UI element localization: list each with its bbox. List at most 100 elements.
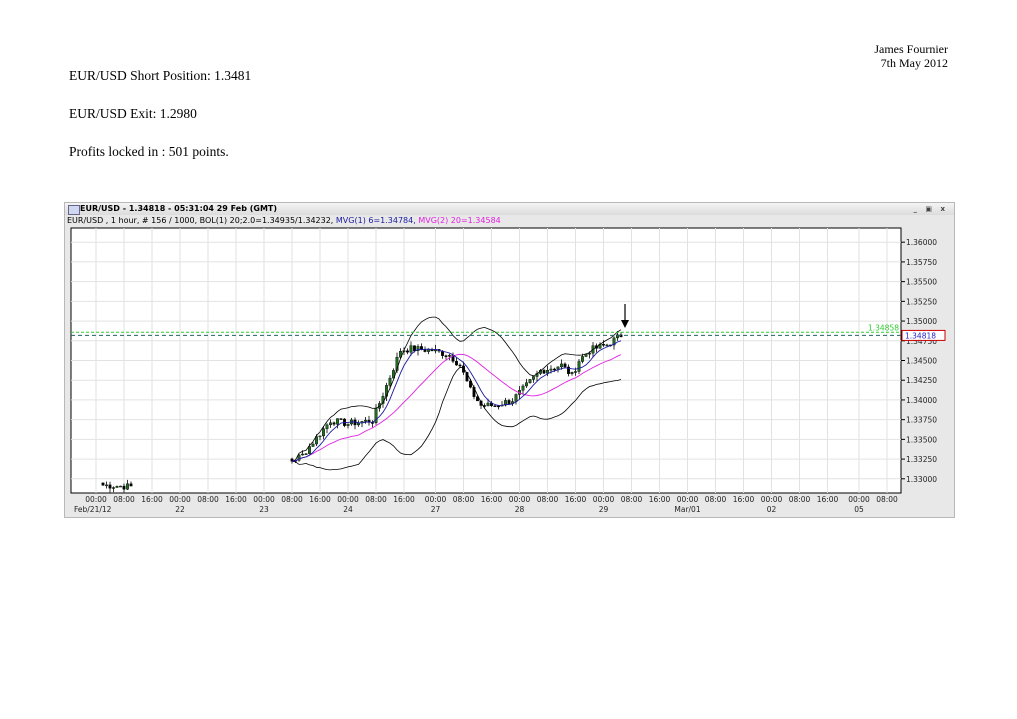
x-tick-label: 16:00 <box>309 495 331 504</box>
x-tick-label: 08:00 <box>789 495 811 504</box>
candle-body <box>514 394 518 402</box>
window-title: EUR/USD - 1.34818 - 05:31:04 29 Feb (GMT… <box>80 204 278 213</box>
x-date-label: Feb/21/12 <box>74 505 112 514</box>
candle-body <box>553 368 556 371</box>
candle-body <box>301 453 304 456</box>
x-date-label: 23 <box>259 505 269 514</box>
x-tick-label: 08:00 <box>876 495 898 504</box>
x-date-label: 28 <box>515 505 525 514</box>
x-tick-label: 00:00 <box>253 495 275 504</box>
candle-body <box>409 345 413 353</box>
x-tick-label: 00:00 <box>593 495 615 504</box>
chart-window: 1.36000 1.35750 1.35500 1.35250 1.35000 1.347… <box>64 202 955 518</box>
info-mvg1: MVG(1) 6=1.34784, <box>335 216 416 225</box>
candle <box>119 485 122 488</box>
x-tick-label: 08:00 <box>537 495 559 504</box>
candle-body <box>532 376 535 380</box>
y-tick-label: 1.34000 <box>906 396 937 405</box>
candle-body <box>346 423 350 426</box>
y-tick-label: 1.35750 <box>906 258 937 267</box>
info-base: EUR/USD , 1 hour, # 156 / 1000, BOL(1) 2… <box>67 216 334 225</box>
candle-body <box>427 349 430 352</box>
author: James Fournier <box>874 42 948 56</box>
candle-body <box>406 350 409 353</box>
candle-body <box>119 485 122 488</box>
x-date-label: 02 <box>767 505 777 514</box>
y-tick-label: 1.34250 <box>906 376 937 385</box>
x-date-label: Mar/01 <box>674 505 700 514</box>
date: 7th May 2012 <box>880 56 948 70</box>
x-tick-label: 08:00 <box>705 495 727 504</box>
y-tick-label: 1.35500 <box>906 278 937 287</box>
candle-body <box>605 344 609 347</box>
candle-body <box>455 361 458 366</box>
x-tick-label: 16:00 <box>393 495 415 504</box>
candle-body <box>318 435 322 438</box>
y-tick-label: 1.35250 <box>906 297 937 306</box>
candle-body <box>311 443 315 447</box>
x-tick-label: 16:00 <box>817 495 839 504</box>
document-page: James Fournier 7th May 2012 EUR/USD Shor… <box>0 0 1017 719</box>
x-tick-label: 00:00 <box>509 495 531 504</box>
candle-body <box>546 369 549 374</box>
current-price-label: 1.34818 <box>905 331 936 340</box>
candle-body <box>388 377 392 386</box>
candle-body <box>602 344 605 346</box>
x-date-label: 24 <box>343 505 353 514</box>
candle-body <box>444 355 448 357</box>
candle-body <box>105 484 108 487</box>
x-tick-label: 16:00 <box>225 495 247 504</box>
candle-body <box>339 418 343 420</box>
candle-body <box>574 371 577 373</box>
x-date-label: 29 <box>599 505 609 514</box>
x-date-label: 05 <box>854 505 864 514</box>
x-tick-label: 08:00 <box>453 495 475 504</box>
x-tick-label: 16:00 <box>565 495 587 504</box>
green-level-label: 1.34858 <box>868 323 899 332</box>
profits-line: Profits locked in : 501 points. <box>69 144 229 159</box>
candle <box>339 418 343 420</box>
x-tick-label: 00:00 <box>337 495 359 504</box>
candle-body <box>458 364 462 367</box>
candle-body <box>570 372 574 374</box>
candle-body <box>556 366 560 370</box>
x-tick-label: 00:00 <box>848 495 870 504</box>
candle-body <box>108 484 112 489</box>
candle-body <box>413 345 416 351</box>
y-tick-label: 1.33500 <box>906 435 937 444</box>
x-tick-label: 00:00 <box>85 495 107 504</box>
y-tick-label: 1.35000 <box>906 317 937 326</box>
y-tick-label: 1.36000 <box>906 238 937 247</box>
window-title-bar[interactable]: EUR/USD - 1.34818 - 05:31:04 29 Feb (GMT… <box>65 203 954 215</box>
candle-body <box>322 428 325 437</box>
window-controls[interactable]: _ ▣ x <box>913 203 948 215</box>
candle-body <box>549 368 553 371</box>
candle-body <box>563 363 567 368</box>
x-tick-label: 08:00 <box>281 495 303 504</box>
candle-body <box>486 402 490 407</box>
candle-body <box>525 382 528 387</box>
candle-body <box>560 363 563 368</box>
x-tick-label: 16:00 <box>141 495 163 504</box>
candle-body <box>122 485 126 490</box>
price-chart[interactable]: 1.360001.357501.355001.352501.350001.347… <box>65 203 956 519</box>
info-mvg2: MVG(2) 20=1.34584 <box>418 216 501 225</box>
x-tick-label: 08:00 <box>365 495 387 504</box>
indicator-info: EUR/USD , 1 hour, # 156 / 1000, BOL(1) 2… <box>67 215 501 227</box>
candle-body <box>112 487 115 489</box>
x-tick-label: 16:00 <box>649 495 671 504</box>
short-position-line: EUR/USD Short Position: 1.3481 <box>69 68 252 83</box>
exit-line: EUR/USD Exit: 1.2980 <box>69 106 197 121</box>
x-tick-label: 16:00 <box>481 495 503 504</box>
y-tick-label: 1.33750 <box>906 416 937 425</box>
candle-body <box>364 419 367 422</box>
candle-body <box>581 356 584 362</box>
candle-body <box>129 483 133 487</box>
candle-body <box>308 446 311 455</box>
candle-body <box>528 379 532 383</box>
candle-body <box>542 370 546 374</box>
x-tick-label: 00:00 <box>425 495 447 504</box>
y-tick-label: 1.33250 <box>906 455 937 464</box>
candle-body <box>423 349 427 352</box>
candle-body <box>336 418 339 425</box>
